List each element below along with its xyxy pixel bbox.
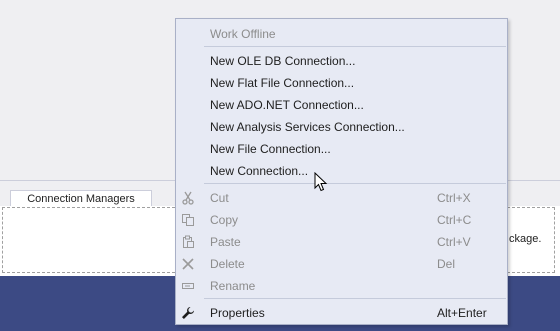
delete-x-icon [180, 256, 196, 272]
menu-item-label: New File Connection... [210, 142, 331, 156]
menu-item-new-flat-file-connection[interactable]: New Flat File Connection... [176, 72, 507, 94]
tab-connection-managers[interactable]: Connection Managers [10, 190, 152, 206]
menu-item-shortcut: Del [437, 257, 456, 271]
menu-item-label: New ADO.NET Connection... [210, 98, 364, 112]
menu-item-shortcut: Ctrl+V [437, 235, 471, 249]
menu-item-label: Cut [210, 191, 229, 205]
menu-item-new-file-connection[interactable]: New File Connection... [176, 138, 507, 160]
menu-item-label: Properties [210, 306, 265, 320]
menu-item-cut[interactable]: Cut Ctrl+X [176, 187, 507, 209]
menu-item-paste[interactable]: Paste Ctrl+V [176, 231, 507, 253]
copy-icon [180, 212, 196, 228]
menu-item-rename[interactable]: Rename [176, 275, 507, 297]
menu-item-shortcut: Ctrl+X [437, 191, 471, 205]
menu-item-label: Work Offline [210, 27, 276, 41]
menu-separator [204, 183, 506, 184]
menu-item-label: Paste [210, 235, 241, 249]
menu-item-new-connection[interactable]: New Connection... [176, 160, 507, 182]
menu-item-shortcut: Alt+Enter [437, 306, 487, 320]
menu-item-label: New OLE DB Connection... [210, 54, 356, 68]
menu-item-work-offline[interactable]: Work Offline [176, 23, 507, 45]
menu-item-shortcut: Ctrl+C [437, 213, 472, 227]
wrench-icon [180, 305, 196, 321]
menu-item-label: New Flat File Connection... [210, 76, 355, 90]
menu-separator [204, 298, 506, 299]
menu-item-properties[interactable]: Properties Alt+Enter [176, 302, 507, 324]
context-menu: Work Offline New OLE DB Connection... Ne… [175, 18, 508, 325]
menu-item-copy[interactable]: Copy Ctrl+C [176, 209, 507, 231]
menu-item-new-oledb-connection[interactable]: New OLE DB Connection... [176, 50, 507, 72]
mouse-pointer-icon [314, 172, 328, 192]
menu-separator [204, 46, 506, 47]
menu-item-label: New Connection... [210, 164, 309, 178]
menu-item-label: Delete [210, 257, 245, 271]
menu-item-label: New Analysis Services Connection... [210, 120, 405, 134]
menu-item-label: Copy [210, 213, 239, 227]
rename-icon [180, 278, 196, 294]
scissors-icon [180, 190, 196, 206]
menu-item-label: Rename [210, 279, 256, 293]
connection-managers-hint-text: ckage. [509, 233, 542, 245]
menu-item-new-adonet-connection[interactable]: New ADO.NET Connection... [176, 94, 507, 116]
paste-icon [180, 234, 196, 250]
menu-item-delete[interactable]: Delete Del [176, 253, 507, 275]
menu-item-new-analysis-services-connection[interactable]: New Analysis Services Connection... [176, 116, 507, 138]
